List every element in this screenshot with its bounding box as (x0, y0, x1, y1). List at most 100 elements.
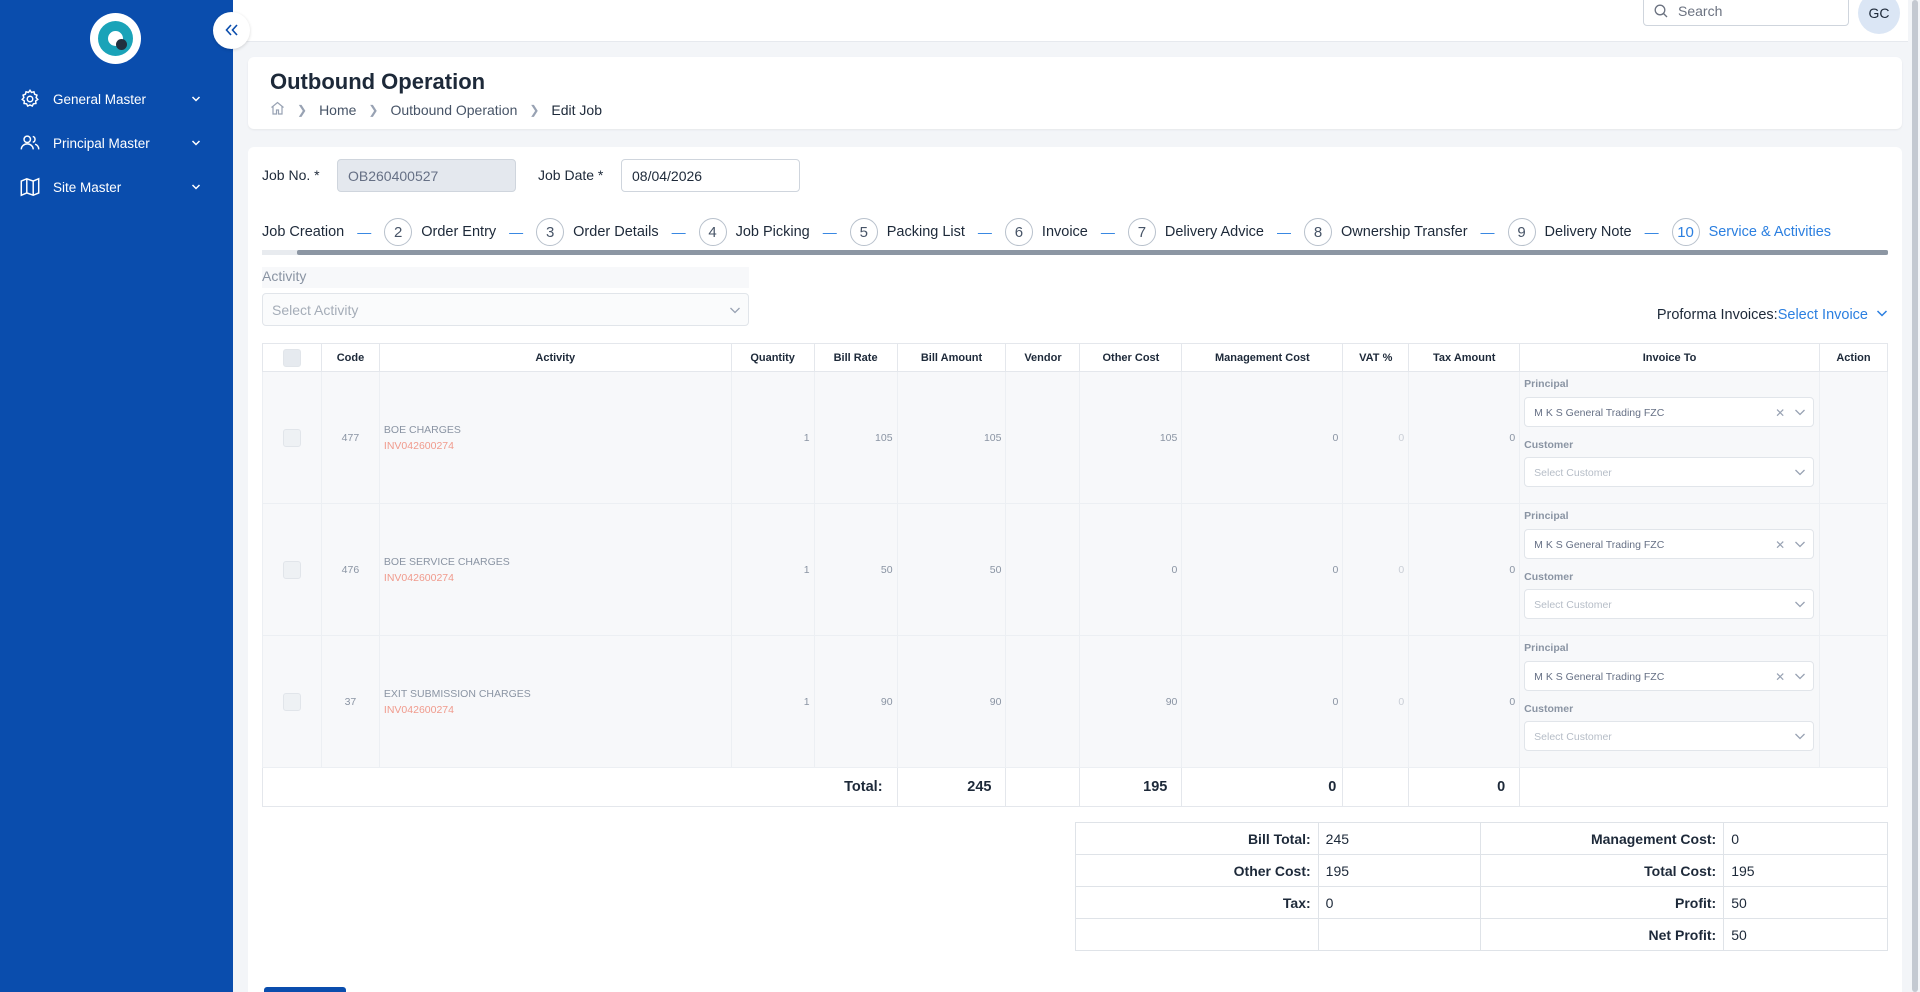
sidebar-item-principal-master[interactable]: Principal Master (0, 123, 233, 163)
customer-select[interactable]: Select Customer (1524, 457, 1815, 487)
app-logo[interactable] (90, 13, 141, 64)
bill-total-value: 245 (1317, 822, 1482, 855)
other-cost-cell: 105 (1079, 371, 1183, 504)
step-number: 7 (1127, 218, 1156, 246)
activity-name: BOE CHARGES (383, 423, 461, 436)
step-order-details[interactable]: 3 Order Details — (536, 218, 698, 246)
step-separator: — (357, 224, 372, 240)
step-ownership-transfer[interactable]: 8 Ownership Transfer — (1304, 218, 1508, 246)
chevron-down-icon[interactable] (1876, 307, 1888, 323)
job-date-field[interactable]: 08/04/2026 (621, 159, 800, 192)
step-label: Ownership Transfer (1341, 224, 1468, 240)
summary-row: Tax: 0 Profit: 50 (1075, 886, 1888, 919)
step-number: 5 (849, 218, 878, 246)
step-order-entry[interactable]: 2 Order Entry — (384, 218, 536, 246)
clear-icon[interactable]: ✕ (1775, 406, 1785, 420)
management-cost-value: 0 (1723, 822, 1888, 855)
row-checkbox[interactable] (282, 560, 301, 579)
principal-select[interactable]: M K S General Trading FZC ✕ (1524, 397, 1815, 427)
step-delivery-note[interactable]: 9 Delivery Note — (1507, 218, 1672, 246)
principal-select[interactable]: M K S General Trading FZC ✕ (1524, 529, 1815, 559)
avatar[interactable]: GC (1858, 0, 1900, 34)
invoice-to-cell: Principal M K S General Trading FZC ✕ Cu… (1519, 503, 1820, 636)
principal-select[interactable]: M K S General Trading FZC ✕ (1524, 661, 1815, 691)
principal-label: Principal (1524, 378, 1569, 390)
summary-empty-cell (1317, 918, 1482, 951)
collapse-sidebar-button[interactable] (213, 12, 250, 49)
step-packing-list[interactable]: 5 Packing List — (849, 218, 1005, 246)
row-select-cell (262, 371, 322, 504)
chevron-down-icon (1794, 730, 1806, 745)
principal-value: M K S General Trading FZC (1534, 539, 1665, 551)
bill-total-label: Bill Total: (1075, 822, 1319, 855)
page-title: Outbound Operation (270, 69, 486, 94)
total-vendor (1005, 767, 1081, 807)
tax-label: Tax: (1075, 886, 1319, 919)
customer-select[interactable]: Select Customer (1524, 721, 1815, 751)
column-header: Bill Amount (896, 343, 1007, 372)
column-header: VAT % (1342, 343, 1410, 372)
progress-fill (297, 250, 1888, 255)
page-header: Outbound Operation ❯ Home ❯ Outbound Ope… (248, 57, 1902, 129)
clear-icon[interactable]: ✕ (1775, 670, 1785, 684)
scrollbar[interactable] (1912, 0, 1918, 992)
step-number: 2 (384, 218, 413, 246)
other-cost-cell: 90 (1079, 635, 1183, 768)
breadcrumb-home[interactable]: Home (319, 102, 356, 118)
customer-placeholder: Select Customer (1534, 599, 1612, 611)
other-cost-label: Other Cost: (1075, 854, 1319, 887)
summary-row: Other Cost: 195 Total Cost: 195 (1075, 854, 1888, 887)
step-label: Job Creation (262, 224, 345, 240)
total-cost-label: Total Cost: (1480, 854, 1725, 887)
job-no-field: OB260400527 (337, 159, 516, 192)
row-checkbox[interactable] (282, 692, 301, 711)
select-invoice-link[interactable]: Select Invoice (1778, 307, 1868, 323)
total-empty (1519, 767, 1888, 807)
step-delivery-advice[interactable]: 7 Delivery Advice — (1127, 218, 1304, 246)
step-label: Invoice (1041, 224, 1088, 240)
home-icon[interactable] (270, 101, 285, 118)
customer-placeholder: Select Customer (1534, 467, 1612, 479)
row-select-cell (262, 503, 322, 636)
step-service-activities[interactable]: 10 Service & Activities (1671, 218, 1831, 246)
step-job-creation[interactable]: Job Creation — (262, 224, 384, 240)
sidebar: General Master Principal Master Site Mas… (0, 0, 233, 992)
summary-row: Bill Total: 245 Management Cost: 0 (1075, 822, 1888, 855)
clear-icon[interactable]: ✕ (1775, 538, 1785, 552)
step-job-picking[interactable]: 4 Job Picking — (698, 218, 850, 246)
tax-amount-cell: 0 (1408, 503, 1521, 636)
select-all-checkbox[interactable] (282, 348, 301, 367)
invoice-to-cell: Principal M K S General Trading FZC ✕ Cu… (1519, 635, 1820, 768)
summary-row: Net Profit: 50 (1075, 918, 1888, 951)
search-placeholder: Search (1678, 3, 1723, 19)
step-separator: — (1480, 224, 1495, 240)
search-input[interactable]: Search (1643, 0, 1849, 26)
total-bill-amount: 245 (896, 767, 1007, 807)
breadcrumb-outbound-operation[interactable]: Outbound Operation (390, 102, 517, 118)
chevron-down-icon (1794, 538, 1806, 553)
sidebar-item-site-master[interactable]: Site Master (0, 167, 233, 207)
quantity-cell: 1 (730, 503, 815, 636)
invoice-to-cell: Principal M K S General Trading FZC ✕ Cu… (1519, 371, 1820, 504)
total-vat (1342, 767, 1410, 807)
customer-label: Customer (1524, 703, 1574, 715)
code-cell: 477 (320, 371, 380, 504)
save-button[interactable] (264, 987, 346, 992)
row-checkbox[interactable] (282, 428, 301, 447)
column-header: Invoice To (1519, 343, 1820, 372)
job-no-label: Job No. * (262, 167, 320, 183)
sidebar-item-general-master[interactable]: General Master (0, 79, 233, 119)
profit-value: 50 (1723, 886, 1888, 919)
customer-label: Customer (1524, 571, 1574, 583)
step-invoice[interactable]: 6 Invoice — (1004, 218, 1128, 246)
invoice-number: INV042600274 (383, 439, 454, 452)
sidebar-item-label: Site Master (53, 179, 122, 195)
table-row: 477 BOE CHARGES INV042600274 1 105 105 1… (262, 371, 1889, 504)
proforma-label: Proforma Invoices: (1656, 307, 1778, 323)
principal-label: Principal (1524, 642, 1569, 654)
main-card: Job No. * OB260400527 Job Date * 08/04/2… (248, 147, 1902, 992)
step-label: Packing List (886, 224, 965, 240)
activity-select[interactable]: Select Activity (262, 293, 749, 326)
customer-select[interactable]: Select Customer (1524, 589, 1815, 619)
proforma-invoices: Proforma Invoices: Select Invoice (1657, 307, 1888, 323)
